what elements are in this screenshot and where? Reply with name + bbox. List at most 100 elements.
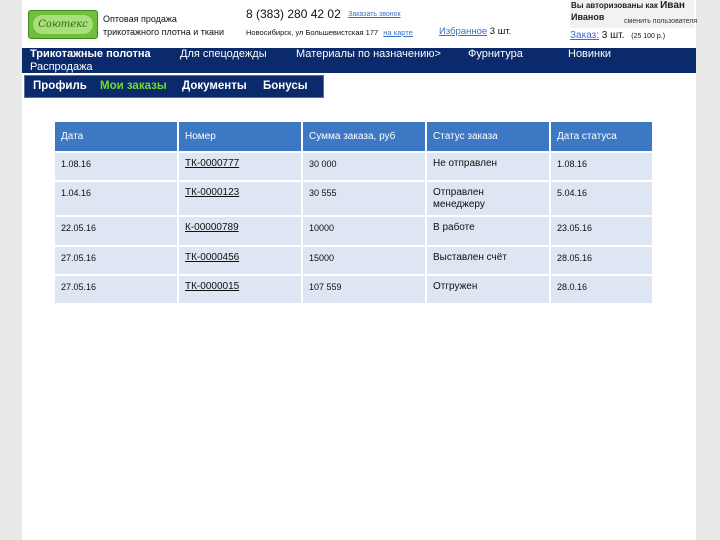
cell-status-date: 28.0.16 <box>551 276 654 305</box>
cell-status-text: В работе <box>433 222 475 233</box>
nav-item-fittings[interactable]: Фурнитура <box>468 48 523 60</box>
cell-status-date-text: 5.04.16 <box>557 188 588 198</box>
user-first-name: Иван <box>660 0 685 11</box>
cart-link[interactable]: Заказ: <box>570 30 599 41</box>
column-header-date[interactable]: Дата <box>55 122 179 153</box>
nav-item-new[interactable]: Новинки <box>568 48 611 60</box>
table-header-row: Дата Номер Сумма заказа, руб Статус зака… <box>55 122 654 153</box>
tagline-line1: Оптовая продажа <box>103 14 177 24</box>
order-number-link[interactable]: К-00000789 <box>185 222 239 233</box>
cell-status: Отправлен менеджеру <box>427 182 551 217</box>
tagline: Оптовая продажа трикотажного плотна и тк… <box>103 13 233 39</box>
favorites: Избранное 3 шт. <box>439 26 511 37</box>
favorites-count: 3 шт. <box>489 26 512 37</box>
cell-date-text: 27.05.16 <box>61 282 97 292</box>
cell-sum: 30 000 <box>303 153 427 182</box>
table-row: 27.05.16 ТК-0000015 107 559 Отгружен 28.… <box>55 276 654 305</box>
cell-date: 1.04.16 <box>55 182 179 217</box>
table-row: 22.05.16 К-00000789 10000 В работе 23.05… <box>55 217 654 247</box>
cart-count: 3 шт. <box>601 30 625 41</box>
favorites-link[interactable]: Избранное <box>439 26 487 37</box>
nav-item-materials[interactable]: Материалы по назначению> <box>296 48 441 60</box>
cell-status-date-text: 23.05.16 <box>557 223 593 233</box>
nav-item-sale[interactable]: Распродажа <box>30 61 93 73</box>
change-user-link[interactable]: сменить пользователя <box>624 18 697 25</box>
column-header-status[interactable]: Статус заказа <box>427 122 551 153</box>
cell-number: ТК-0000777 <box>179 153 303 182</box>
table-row: 1.08.16 ТК-0000777 30 000 Не отправлен 1… <box>55 153 654 182</box>
tab-my-orders[interactable]: Мои заказы <box>100 80 167 92</box>
cell-status-date: 5.04.16 <box>551 182 654 217</box>
cell-sum: 10000 <box>303 217 427 247</box>
cell-number: ТК-0000123 <box>179 182 303 217</box>
cart-summary: Заказ: 3 шт. (25 100 р.) <box>570 30 665 41</box>
auth-panel: Вы авторизованы как Иван Иванов сменить … <box>570 0 697 28</box>
cell-sum-text: 30 555 <box>309 188 337 198</box>
nav-item-workwear[interactable]: Для спецодежды <box>180 48 267 60</box>
cell-date-text: 1.04.16 <box>61 188 92 198</box>
callback-link[interactable]: Заказать звонок <box>348 11 400 18</box>
profile-tabs: Профиль Мои заказы Документы Бонусы <box>24 75 324 98</box>
cell-status-date-text: 1.08.16 <box>557 159 588 169</box>
column-header-number[interactable]: Номер <box>179 122 303 153</box>
auth-line1: Вы авторизованы как Иван <box>571 0 685 11</box>
column-header-status-date[interactable]: Дата статуса <box>551 122 654 153</box>
cell-status: Отгружен <box>427 276 551 305</box>
cell-number: К-00000789 <box>179 217 303 247</box>
cell-status: Выставлен счёт <box>427 247 551 276</box>
table-row: 27.05.16 ТК-0000456 15000 Выставлен счёт… <box>55 247 654 276</box>
tab-bonuses[interactable]: Бонусы <box>263 80 308 92</box>
cell-status-text: Отгружен <box>433 281 478 292</box>
cell-status-date: 28.05.16 <box>551 247 654 276</box>
cell-status: Не отправлен <box>427 153 551 182</box>
address-block: Новосибирск, ул Большевистская 177 на ка… <box>246 28 413 37</box>
logo-text: Соютекс <box>33 15 93 34</box>
cell-status-text: Выставлен счёт <box>433 252 507 263</box>
map-link[interactable]: на карте <box>383 28 413 37</box>
cell-status-date: 1.08.16 <box>551 153 654 182</box>
cell-sum-text: 10000 <box>309 223 335 233</box>
cell-status-text: Отправлен менеджеру <box>433 187 485 210</box>
phone-number: 8 (383) 280 42 02 <box>246 7 341 21</box>
column-header-sum[interactable]: Сумма заказа, руб <box>303 122 427 153</box>
main-nav: Трикотажные полотна Для спецодежды Матер… <box>22 48 696 73</box>
address-text: Новосибирск, ул Большевистская 177 <box>246 28 379 37</box>
site-logo[interactable]: Соютекс <box>28 10 98 39</box>
cell-status-date-text: 28.05.16 <box>557 253 593 263</box>
cell-number: ТК-0000456 <box>179 247 303 276</box>
site-header: Соютекс Оптовая продажа трикотажного пло… <box>22 0 697 48</box>
cell-sum-text: 30 000 <box>309 159 337 169</box>
tagline-line2: трикотажного плотна и ткани <box>103 27 225 37</box>
tab-documents[interactable]: Документы <box>182 80 247 92</box>
cell-status-date: 23.05.16 <box>551 217 654 247</box>
cell-sum-text: 15000 <box>309 253 335 263</box>
auth-prefix: Вы авторизованы как <box>571 1 658 10</box>
page: Соютекс Оптовая продажа трикотажного пло… <box>22 0 697 540</box>
cell-sum: 15000 <box>303 247 427 276</box>
cell-date: 22.05.16 <box>55 217 179 247</box>
cell-status-text: Не отправлен <box>433 158 498 169</box>
cell-date-text: 22.05.16 <box>61 223 97 233</box>
cell-date: 27.05.16 <box>55 247 179 276</box>
cell-number: ТК-0000015 <box>179 276 303 305</box>
orders-table: Дата Номер Сумма заказа, руб Статус зака… <box>55 122 654 305</box>
cell-date: 27.05.16 <box>55 276 179 305</box>
cell-status-date-text: 28.0.16 <box>557 282 588 292</box>
nav-item-knitted[interactable]: Трикотажные полотна <box>30 48 151 60</box>
order-number-link[interactable]: ТК-0000456 <box>185 252 239 263</box>
order-number-link[interactable]: ТК-0000123 <box>185 187 239 198</box>
tab-profile[interactable]: Профиль <box>33 80 87 92</box>
cell-date-text: 27.05.16 <box>61 253 97 263</box>
cell-sum-text: 107 559 <box>309 282 342 292</box>
order-number-link[interactable]: ТК-0000015 <box>185 281 239 292</box>
cell-sum: 107 559 <box>303 276 427 305</box>
order-number-link[interactable]: ТК-0000777 <box>185 158 239 169</box>
cell-status: В работе <box>427 217 551 247</box>
phone-block: 8 (383) 280 42 02 Заказать звонок <box>246 7 401 21</box>
cart-sum: (25 100 р.) <box>631 33 666 40</box>
cell-date: 1.08.16 <box>55 153 179 182</box>
cell-sum: 30 555 <box>303 182 427 217</box>
table-row: 1.04.16 ТК-0000123 30 555 Отправлен мене… <box>55 182 654 217</box>
cell-date-text: 1.08.16 <box>61 159 92 169</box>
user-last-name: Иванов <box>571 12 605 22</box>
